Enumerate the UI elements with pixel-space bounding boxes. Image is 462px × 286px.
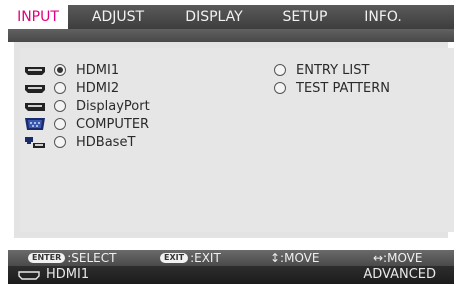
hdmi-icon bbox=[25, 85, 45, 93]
option-label: TEST PATTERN bbox=[296, 80, 390, 96]
source-item-computer[interactable]: COMPUTER bbox=[24, 115, 149, 133]
projector-osd-menu: INPUT ADJUST DISPLAY SETUP INFO. HDMI1 H… bbox=[0, 0, 462, 286]
current-input-label: HDMI1 bbox=[46, 267, 90, 282]
tab-display[interactable]: DISPLAY bbox=[168, 5, 260, 29]
option-label: ENTRY LIST bbox=[296, 62, 370, 78]
current-input: HDMI1 bbox=[18, 266, 89, 284]
radio-selected-dot bbox=[57, 67, 63, 73]
source-item-displayport[interactable]: DisplayPort bbox=[24, 97, 150, 115]
option-entry-list[interactable]: ENTRY LIST bbox=[274, 61, 369, 79]
radio-button[interactable] bbox=[54, 100, 66, 112]
source-label: COMPUTER bbox=[76, 116, 150, 132]
radio-button[interactable] bbox=[54, 118, 66, 130]
tab-adjust[interactable]: ADJUST bbox=[68, 5, 168, 29]
menu-tab-bar: INPUT ADJUST DISPLAY SETUP INFO. bbox=[8, 5, 454, 29]
source-label: DisplayPort bbox=[76, 98, 150, 114]
source-label: HDMI2 bbox=[76, 80, 120, 96]
hint-move-vertical: ↕:MOVE bbox=[270, 251, 320, 265]
source-label: HDMI1 bbox=[76, 62, 120, 78]
source-label: HDBaseT bbox=[76, 134, 136, 150]
tab-setup[interactable]: SETUP bbox=[260, 5, 350, 29]
hint-enter-label: :SELECT bbox=[67, 251, 117, 265]
tab-underline-bar bbox=[8, 29, 454, 42]
hdbaset-icon bbox=[25, 137, 45, 148]
radio-button[interactable] bbox=[54, 82, 66, 94]
displayport-icon bbox=[25, 103, 45, 111]
hint-exit-label: :EXIT bbox=[190, 251, 221, 265]
menu-mode-label: ADVANCED bbox=[363, 267, 436, 282]
source-item-hdmi2[interactable]: HDMI2 bbox=[24, 79, 119, 97]
radio-button[interactable] bbox=[274, 82, 286, 94]
option-test-pattern[interactable]: TEST PATTERN bbox=[274, 79, 390, 97]
status-bar: HDMI1 ADVANCED bbox=[8, 266, 454, 284]
enter-key-badge: ENTER bbox=[28, 253, 66, 263]
input-panel: HDMI1 HDMI2 DisplayPort COMPUTER HDBaseT… bbox=[8, 42, 454, 238]
vga-icon bbox=[25, 118, 45, 130]
hint-exit: EXIT :EXIT bbox=[160, 250, 221, 266]
radio-button[interactable] bbox=[54, 64, 66, 76]
source-item-hdbaset[interactable]: HDBaseT bbox=[24, 133, 135, 151]
exit-key-badge: EXIT bbox=[160, 253, 189, 263]
hdmi-icon bbox=[18, 271, 40, 280]
key-hint-bar: ENTER :SELECT EXIT :EXIT ↕:MOVE ↔:MOVE bbox=[8, 250, 454, 266]
tab-input[interactable]: INPUT bbox=[8, 5, 68, 29]
radio-button[interactable] bbox=[274, 64, 286, 76]
hint-enter: ENTER :SELECT bbox=[28, 250, 116, 266]
input-panel-content: HDMI1 HDMI2 DisplayPort COMPUTER HDBaseT… bbox=[20, 48, 454, 232]
tab-info[interactable]: INFO. bbox=[350, 5, 416, 29]
hdmi-icon bbox=[25, 67, 45, 75]
hint-move-horizontal: ↔:MOVE bbox=[373, 251, 423, 265]
source-item-hdmi1[interactable]: HDMI1 bbox=[24, 61, 119, 79]
radio-button[interactable] bbox=[54, 136, 66, 148]
